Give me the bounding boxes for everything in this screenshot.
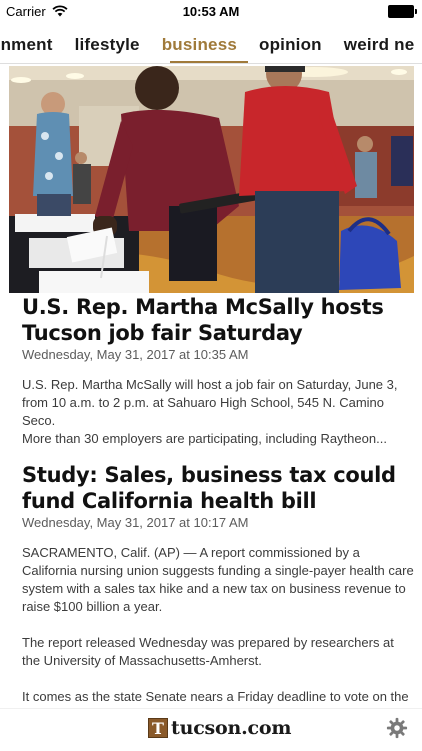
carrier-label: Carrier [6, 3, 46, 19]
tabs-track: ainment lifestyle business opinion weird… [0, 28, 414, 55]
status-bar: Carrier 10:53 AM [0, 0, 422, 22]
tab-opinion[interactable]: opinion [259, 28, 322, 55]
tab-weird-news[interactable]: weird ne [344, 28, 415, 55]
article-headline[interactable]: U.S. Rep. Martha McSally hosts Tucson jo… [22, 294, 414, 346]
article-headline[interactable]: Study: Sales, business tax could fund Ca… [22, 462, 414, 514]
article-date: Wednesday, May 31, 2017 at 10:17 AM [22, 515, 249, 530]
wifi-icon [52, 5, 68, 17]
bottom-bar: T tucson.com [0, 708, 422, 751]
logo-mark: T [148, 718, 168, 738]
tucson-logo[interactable]: T tucson.com [148, 717, 292, 739]
article-summary: It comes as the state Senate nears a Fri… [22, 689, 409, 704]
article-hero-image[interactable] [9, 66, 414, 293]
gear-icon[interactable] [386, 717, 408, 739]
article-item[interactable]: U.S. Rep. Martha McSally hosts Tucson jo… [22, 294, 414, 448]
article-summary: More than 30 employers are participating… [22, 431, 387, 446]
article-list: U.S. Rep. Martha McSally hosts Tucson jo… [22, 294, 414, 706]
tab-business[interactable]: business [162, 28, 237, 55]
article-item[interactable]: Study: Sales, business tax could fund Ca… [22, 462, 414, 706]
battery-icon [388, 4, 417, 18]
article-summary: U.S. Rep. Martha McSally will host a job… [22, 377, 398, 428]
tabs-divider [0, 63, 422, 64]
article-summary: The report released Wednesday was prepar… [22, 635, 394, 668]
article-summary: SACRAMENTO, Calif. (AP) — A report commi… [22, 545, 414, 614]
tab-entertainment[interactable]: ainment [0, 28, 53, 55]
category-tabs: ainment lifestyle business opinion weird… [0, 28, 422, 64]
article-date: Wednesday, May 31, 2017 at 10:35 AM [22, 347, 249, 362]
tab-lifestyle[interactable]: lifestyle [75, 28, 140, 55]
status-left: Carrier [0, 4, 68, 19]
logo-text: tucson.com [171, 717, 292, 739]
hero-photo [9, 66, 414, 293]
